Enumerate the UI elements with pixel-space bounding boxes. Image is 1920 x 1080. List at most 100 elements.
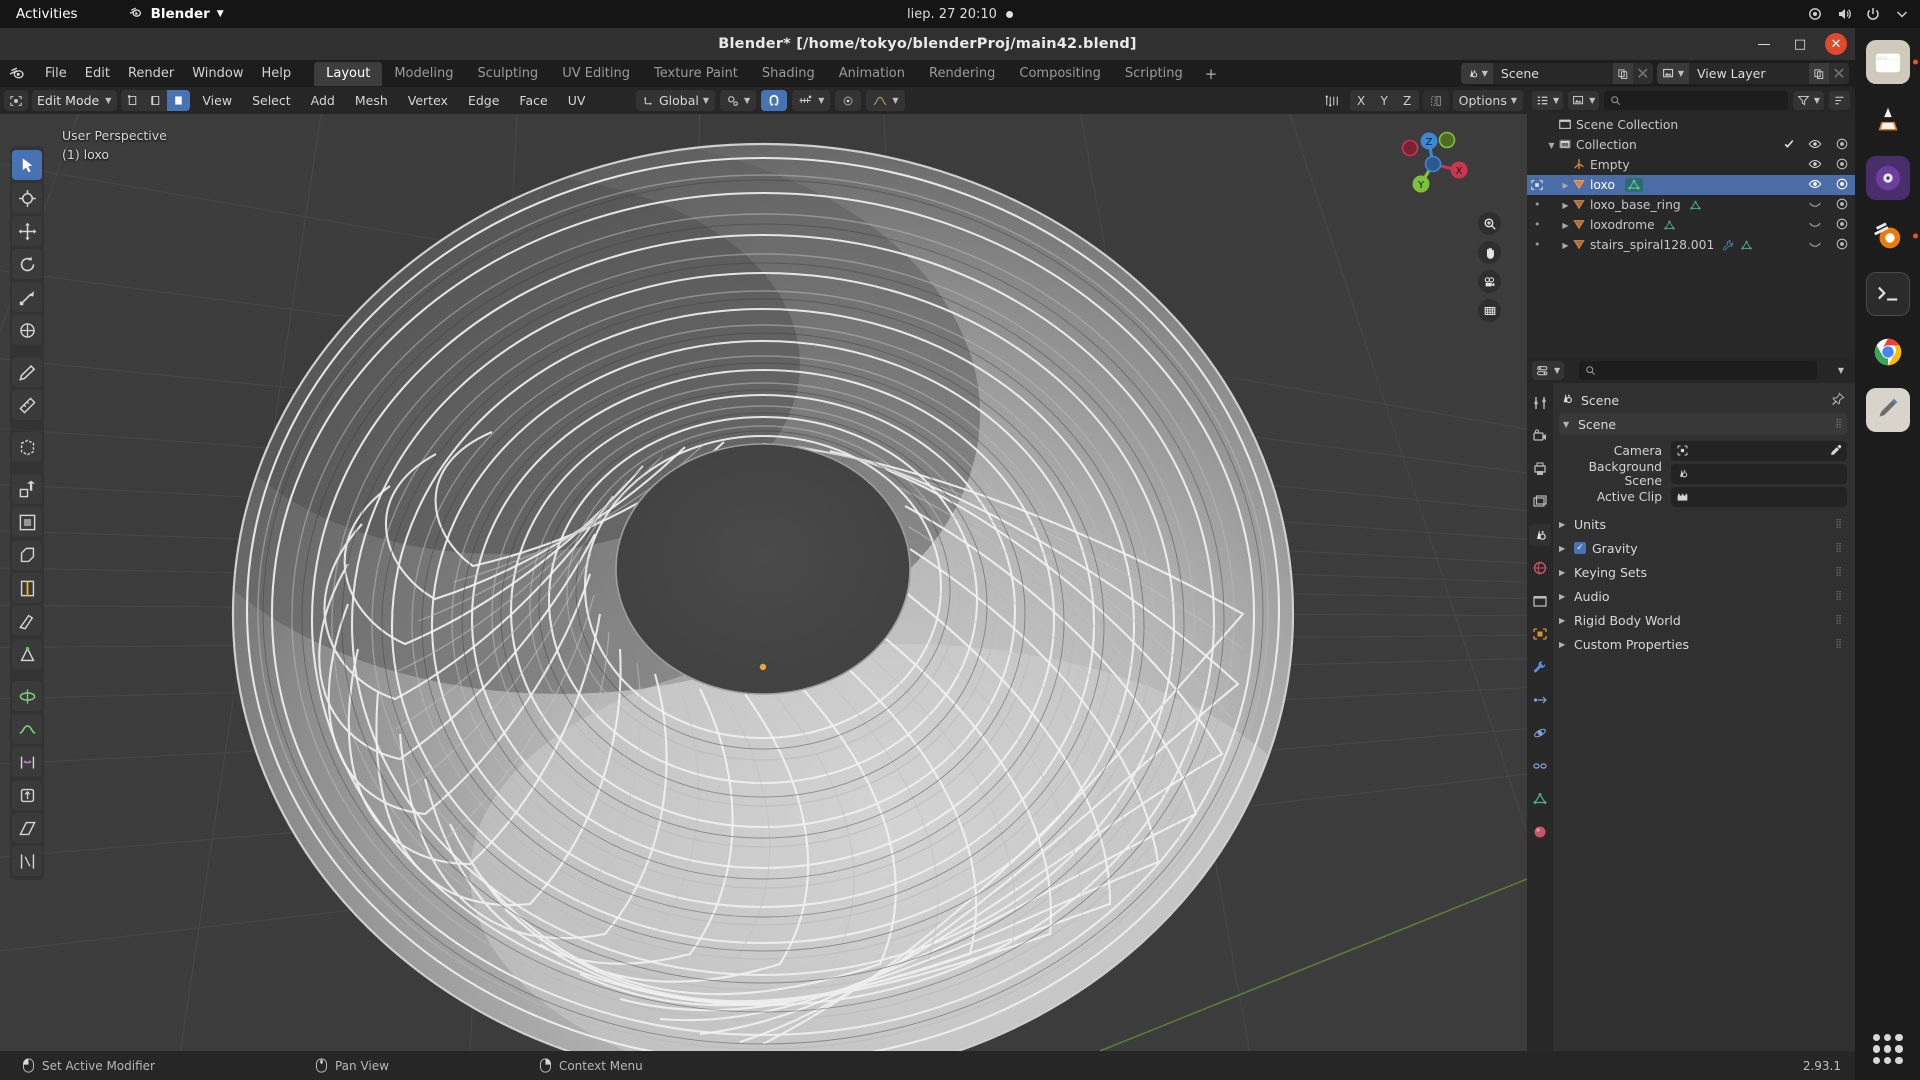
- vertex-select-icon[interactable]: [121, 90, 144, 111]
- panel-scene-header[interactable]: ▼ Scene ⣿: [1559, 413, 1847, 435]
- render-camera-icon[interactable]: [1835, 197, 1849, 214]
- tab-material[interactable]: [1529, 821, 1551, 843]
- menu-render[interactable]: Render: [119, 63, 183, 84]
- new-scene-button[interactable]: [1612, 63, 1633, 84]
- transform-orientation-selector[interactable]: Global ▼: [636, 90, 716, 111]
- dock-item-rhythmbox[interactable]: [1865, 156, 1910, 200]
- snap-settings-button[interactable]: ▼: [792, 90, 831, 111]
- expander-loxo-base-ring[interactable]: ▶: [1559, 201, 1572, 210]
- mesh-data-icon[interactable]: [1624, 178, 1643, 192]
- face-select-icon[interactable]: [167, 90, 191, 111]
- inset-faces-tool[interactable]: [12, 507, 42, 537]
- workspace-tab-scripting[interactable]: Scripting: [1113, 62, 1195, 86]
- cursor-tool[interactable]: [12, 183, 42, 213]
- menu-help[interactable]: Help: [253, 63, 301, 84]
- spin-tool[interactable]: [12, 681, 42, 711]
- navigation-gizmo[interactable]: X Y Z: [1391, 122, 1475, 206]
- tab-render[interactable]: [1529, 425, 1551, 447]
- rip-region-tool[interactable]: [12, 846, 42, 876]
- chevron-down-icon[interactable]: [1894, 6, 1910, 22]
- gravity-checkbox[interactable]: ✓: [1574, 542, 1586, 554]
- viewport-menu-uv[interactable]: UV: [560, 90, 594, 111]
- tab-view-layer[interactable]: [1529, 491, 1551, 513]
- eyedropper-icon[interactable]: [1829, 442, 1842, 461]
- close-button[interactable]: ✕: [1825, 33, 1847, 55]
- viewport-menu-add[interactable]: Add: [303, 90, 343, 111]
- proportional-connected-icon[interactable]: [1318, 90, 1346, 111]
- outliner-row-loxo[interactable]: ▶ loxo: [1527, 175, 1855, 195]
- transform-tool[interactable]: [12, 315, 42, 345]
- power-icon[interactable]: [1865, 6, 1881, 22]
- viewport-canvas[interactable]: User Perspective (1) loxo X Y Z: [0, 114, 1527, 1051]
- clock[interactable]: liep. 27 20:10: [907, 7, 1013, 22]
- remove-viewlayer-button[interactable]: ✕: [1829, 63, 1849, 84]
- viewport-menu-mesh[interactable]: Mesh: [347, 90, 396, 111]
- knife-tool[interactable]: [12, 606, 42, 636]
- dock-item-files[interactable]: [1865, 40, 1918, 84]
- panel-units[interactable]: ▶ Units ⣿: [1559, 513, 1847, 535]
- mesh-data-icon[interactable]: [1740, 239, 1753, 252]
- panel-gravity[interactable]: ▶ ✓ Gravity ⣿: [1559, 537, 1847, 559]
- dock-item-chrome[interactable]: [1866, 330, 1910, 374]
- add-cube-tool[interactable]: [12, 432, 42, 462]
- tab-physics[interactable]: [1529, 722, 1551, 744]
- workspace-tab-modeling[interactable]: Modeling: [382, 62, 465, 86]
- mirror-icon[interactable]: [1422, 90, 1449, 111]
- outliner-editor-type-button[interactable]: ▼: [1532, 90, 1564, 110]
- tab-constraints[interactable]: [1529, 755, 1551, 777]
- tab-collection[interactable]: [1529, 590, 1551, 612]
- outliner-options-button[interactable]: [1829, 90, 1850, 110]
- axis-x-toggle[interactable]: X: [1350, 90, 1373, 111]
- viewport-menu-vertex[interactable]: Vertex: [400, 90, 456, 111]
- visibility-closed-eye-icon[interactable]: [1808, 197, 1822, 214]
- checkbox-icon[interactable]: [1783, 138, 1795, 153]
- render-camera-icon[interactable]: [1835, 137, 1849, 154]
- tab-world[interactable]: [1529, 557, 1551, 579]
- mode-selector[interactable]: Edit Mode ▼: [32, 90, 118, 111]
- axis-y-toggle[interactable]: Y: [1373, 90, 1396, 111]
- workspace-tab-sculpting[interactable]: Sculpting: [465, 62, 550, 86]
- viewport-menu-face[interactable]: Face: [511, 90, 555, 111]
- properties-search[interactable]: [1579, 360, 1817, 380]
- volume-icon[interactable]: [1836, 6, 1852, 22]
- tab-output[interactable]: [1529, 458, 1551, 480]
- dock-item-terminal[interactable]: [1865, 272, 1910, 316]
- tab-data[interactable]: [1529, 788, 1551, 810]
- workspace-tab-texture-paint[interactable]: Texture Paint: [642, 62, 750, 86]
- zoom-icon[interactable]: [1478, 212, 1501, 235]
- outliner-filter-button[interactable]: ▼: [1792, 90, 1824, 110]
- unlink-scene-button[interactable]: ✕: [1632, 63, 1653, 84]
- modifier-wrench-icon[interactable]: [1722, 239, 1735, 252]
- workspace-tab-layout[interactable]: Layout: [314, 61, 383, 86]
- maximize-button[interactable]: □: [1789, 33, 1811, 55]
- render-camera-icon[interactable]: [1835, 237, 1849, 254]
- annotate-tool[interactable]: [12, 357, 42, 387]
- shear-tool[interactable]: [12, 813, 42, 843]
- tab-object[interactable]: [1529, 623, 1551, 645]
- outliner-row-stairs-spiral[interactable]: • ▶ stairs_spiral128.001: [1527, 235, 1855, 255]
- tweak-select-box-tool[interactable]: [12, 150, 42, 180]
- pivot-point-selector[interactable]: ▼: [720, 90, 757, 111]
- scene-selector[interactable]: ▼ Scene ✕: [1460, 63, 1653, 84]
- mesh-data-icon[interactable]: [1689, 199, 1702, 212]
- viewport-menu-edge[interactable]: Edge: [460, 90, 507, 111]
- extrude-region-tool[interactable]: [12, 474, 42, 504]
- outliner-row-empty[interactable]: Empty: [1527, 155, 1855, 175]
- loop-cut-tool[interactable]: [12, 573, 42, 603]
- poly-build-tool[interactable]: [12, 639, 42, 669]
- proportional-edit-toggle[interactable]: [835, 90, 862, 111]
- active-clip-value-field[interactable]: [1671, 487, 1847, 507]
- pan-hand-icon[interactable]: [1478, 241, 1501, 264]
- visibility-closed-eye-icon[interactable]: [1808, 237, 1822, 254]
- bevel-tool[interactable]: [12, 540, 42, 570]
- expander-stairs-spiral[interactable]: ▶: [1559, 241, 1572, 250]
- viewlayer-selector[interactable]: ▼ View Layer ✕: [1656, 63, 1849, 84]
- visibility-eye-icon[interactable]: [1808, 137, 1822, 154]
- viewport-menu-view[interactable]: View: [194, 90, 240, 111]
- pin-icon[interactable]: [1831, 391, 1845, 409]
- measure-tool[interactable]: [12, 390, 42, 420]
- new-viewlayer-button[interactable]: [1809, 63, 1829, 84]
- camera-value-field[interactable]: [1671, 441, 1847, 461]
- ortho-persp-icon[interactable]: [1478, 299, 1501, 322]
- edge-slide-tool[interactable]: [12, 747, 42, 777]
